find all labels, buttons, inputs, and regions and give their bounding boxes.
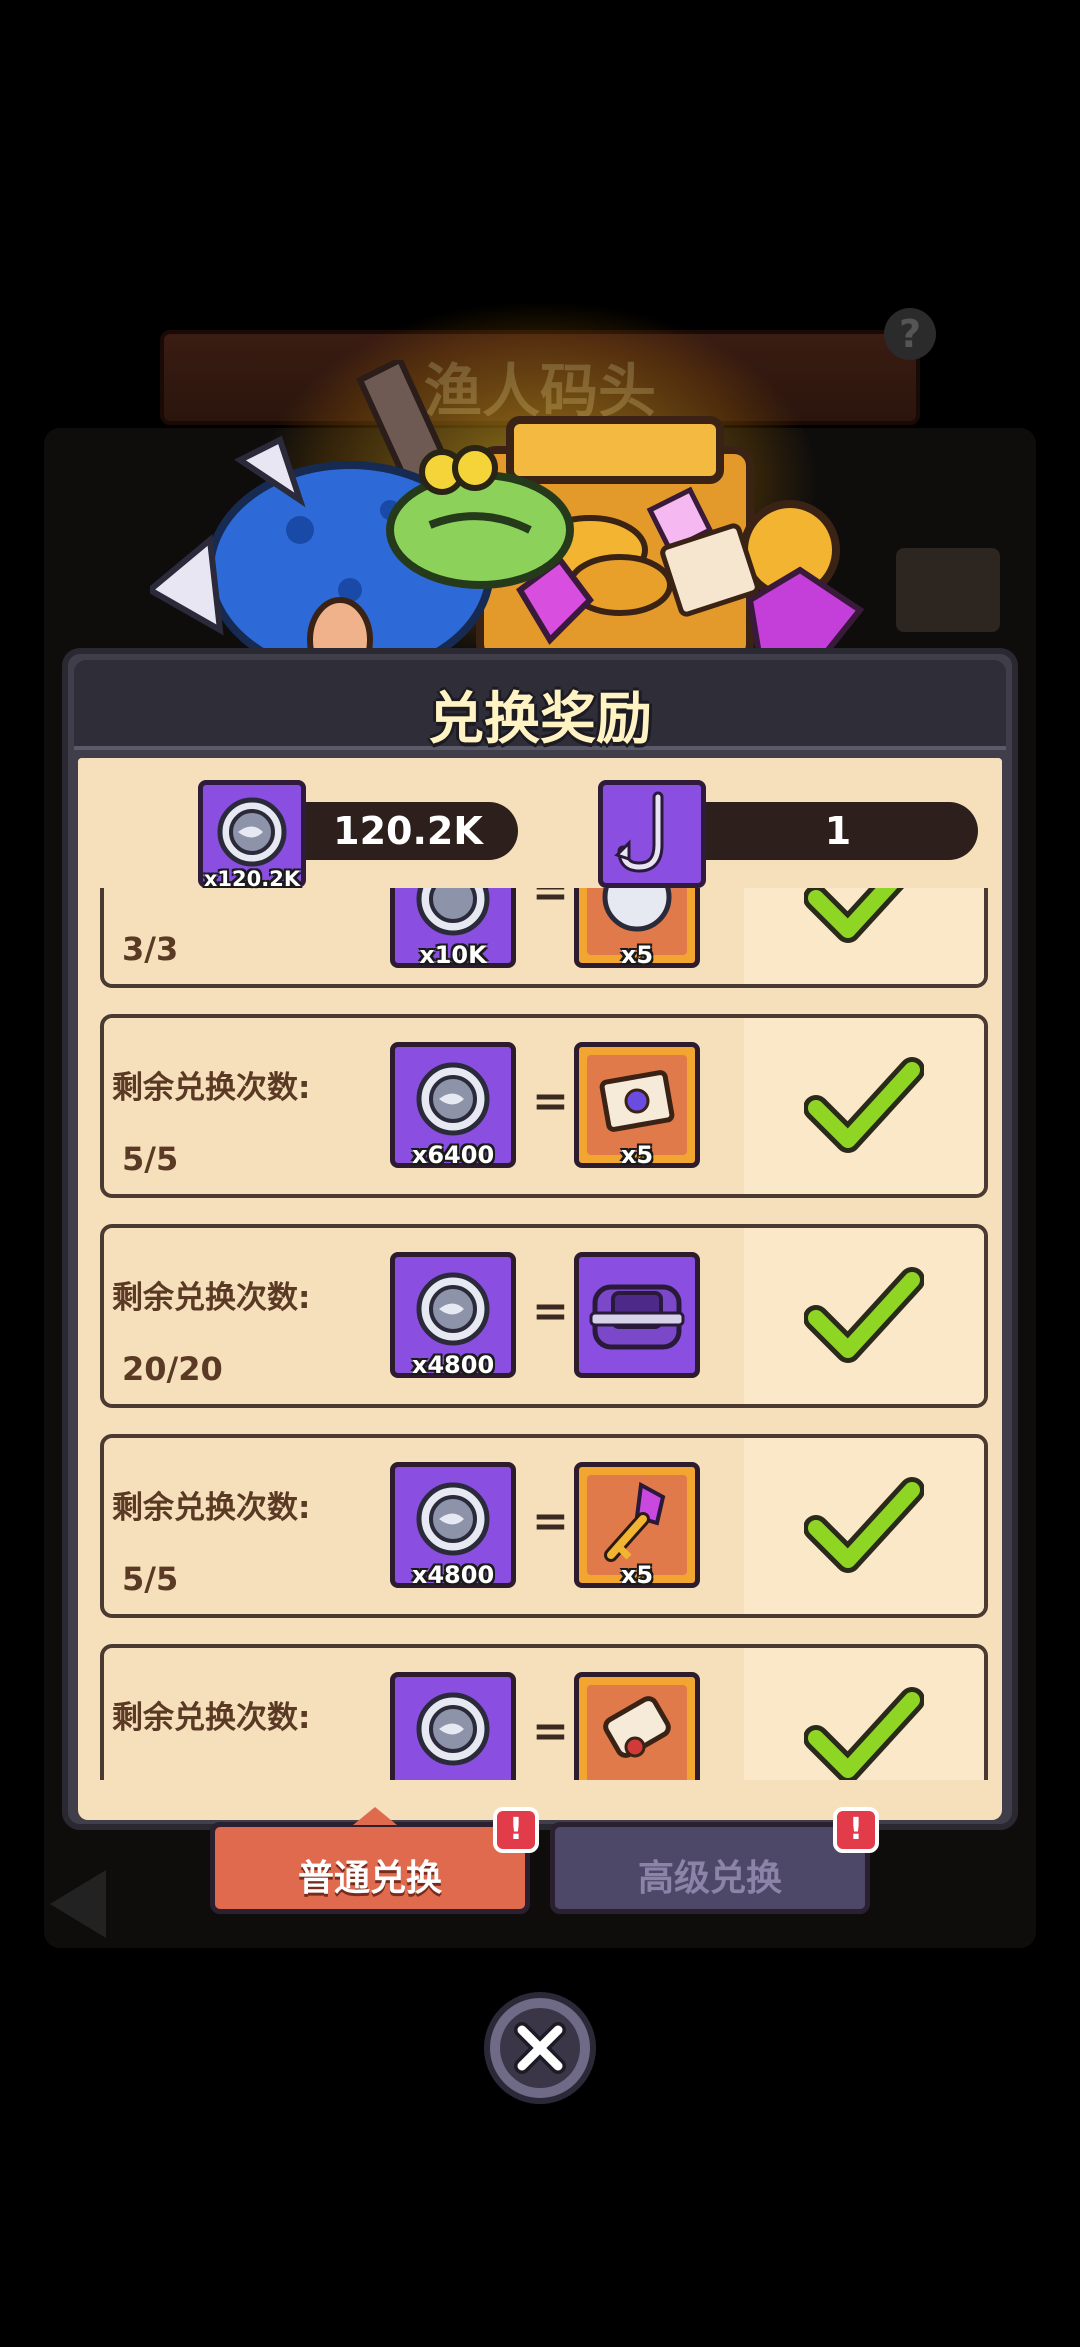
remaining-count: 20/20 bbox=[122, 1350, 223, 1388]
active-tab-pointer bbox=[353, 1807, 397, 1825]
exchange-row: 剩余兑换次数: 5/5 x6400 = x5 bbox=[100, 1014, 988, 1198]
cost-amount: x10K bbox=[419, 941, 487, 969]
tab-advanced-exchange-label: 高级兑换 bbox=[637, 1858, 782, 1899]
cost-amount: x4800 bbox=[411, 1561, 495, 1589]
cost-tile: x6400 bbox=[390, 1042, 516, 1169]
check-icon[interactable] bbox=[804, 888, 924, 946]
check-icon[interactable] bbox=[804, 1056, 924, 1156]
exchange-list[interactable]: 3/3 x10K = x5 剩余兑换次数: 5/5 x6400 = x5 剩余兑… bbox=[78, 888, 1002, 1798]
fish-token-balance: 120.2K bbox=[333, 809, 483, 853]
fishing-hook-icon bbox=[598, 780, 706, 888]
reward-amount: x5 bbox=[620, 1561, 654, 1589]
check-icon[interactable] bbox=[804, 1476, 924, 1576]
alert-badge-icon: ! bbox=[493, 1807, 539, 1853]
check-icon[interactable] bbox=[804, 1686, 924, 1786]
exchange-row: 剩余兑换次数: 5/5 x4800 = x5 bbox=[100, 1434, 988, 1618]
envelope-icon: x5 bbox=[574, 1042, 700, 1169]
equals-sign: = bbox=[532, 1496, 569, 1547]
purple-chest-icon bbox=[574, 1252, 700, 1378]
modal-content: 120.2K x120.2K 1 3/3 x10K = x5 剩余兑换次数: 5… bbox=[78, 758, 1002, 1798]
close-button-face bbox=[500, 2008, 580, 2088]
tab-normal-exchange-label: 普通兑换 bbox=[297, 1858, 442, 1899]
help-icon[interactable]: ? bbox=[884, 308, 936, 360]
equals-sign: = bbox=[532, 1706, 569, 1757]
cost-amount: x6400 bbox=[411, 1141, 495, 1169]
fish-token-icon: x120.2K bbox=[198, 780, 306, 891]
exchange-row: 剩余兑换次数: = bbox=[100, 1644, 988, 1798]
cost-amount: x4800 bbox=[411, 1351, 495, 1379]
back-arrow-icon bbox=[50, 1870, 106, 1938]
remaining-label: 剩余兑换次数: bbox=[112, 1070, 311, 1106]
fish-token-badge: x120.2K bbox=[203, 867, 301, 891]
coin-token-icon: x5 bbox=[574, 888, 700, 969]
fish-book-icon bbox=[896, 548, 1000, 632]
check-icon[interactable] bbox=[804, 1266, 924, 1366]
hook-balance-pill: 1 bbox=[658, 802, 978, 860]
treasure-illustration bbox=[150, 360, 910, 660]
cost-tile: x10K bbox=[390, 888, 516, 969]
equals-sign: = bbox=[532, 1076, 569, 1127]
tab-normal-exchange[interactable]: 普通兑换 ! bbox=[210, 1807, 539, 1914]
exchange-row: 剩余兑换次数: 20/20 x4800 = bbox=[100, 1224, 988, 1408]
reward-amount: x5 bbox=[620, 1141, 654, 1169]
cost-tile: x4800 bbox=[390, 1462, 516, 1589]
remaining-count: 3/3 bbox=[122, 930, 179, 968]
equals-sign: = bbox=[532, 1286, 569, 1337]
key-icon: x5 bbox=[574, 1462, 700, 1589]
currency-bar: 120.2K x120.2K 1 bbox=[78, 758, 1002, 891]
remaining-label: 剩余兑换次数: bbox=[112, 1280, 311, 1316]
exchange-reward-modal: 兑换奖励 120.2K x120.2K 1 3/3 x10K = x5 剩余兑换… bbox=[62, 648, 1018, 1830]
cost-tile: x4800 bbox=[390, 1252, 516, 1379]
remaining-count: 5/5 bbox=[122, 1140, 179, 1178]
close-button[interactable] bbox=[484, 1992, 596, 2104]
tab-advanced-exchange[interactable]: 高级兑换 ! bbox=[550, 1807, 879, 1914]
close-icon bbox=[514, 2022, 566, 2074]
hook-balance: 1 bbox=[824, 809, 852, 853]
modal-header: 兑换奖励 bbox=[74, 660, 1006, 752]
equals-sign: = bbox=[532, 888, 569, 917]
exchange-row: 3/3 x10K = x5 bbox=[100, 888, 988, 988]
remaining-count: 5/5 bbox=[122, 1560, 179, 1598]
modal-title: 兑换奖励 bbox=[428, 687, 652, 752]
remaining-label: 剩余兑换次数: bbox=[112, 1700, 311, 1736]
alert-badge-icon: ! bbox=[833, 1807, 879, 1853]
remaining-label: 剩余兑换次数: bbox=[112, 1490, 311, 1526]
reward-amount: x5 bbox=[620, 941, 654, 969]
